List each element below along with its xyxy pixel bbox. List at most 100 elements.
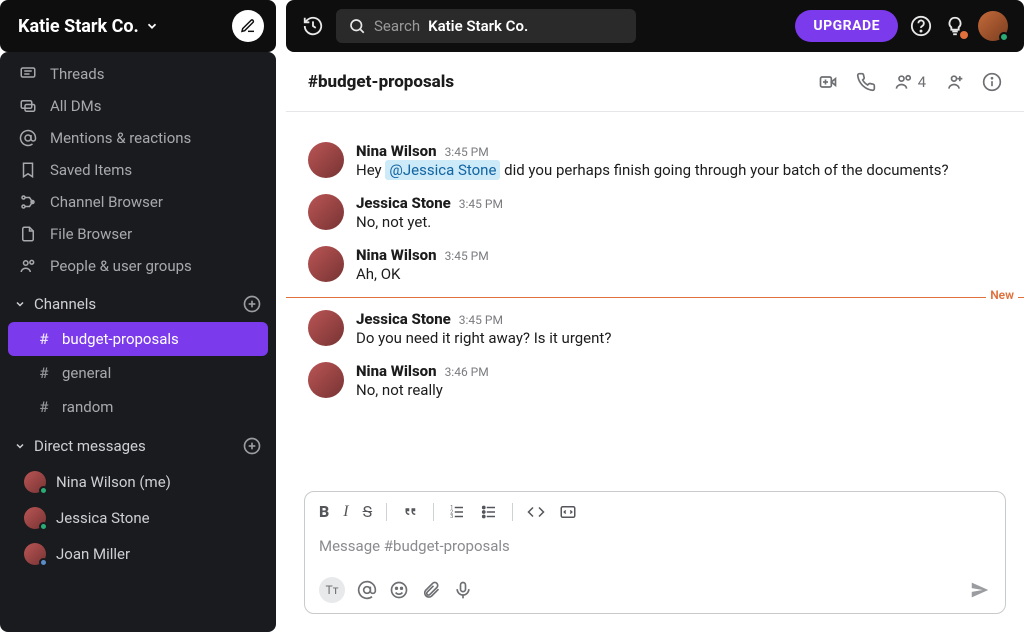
workspace-switcher[interactable]: Katie Stark Co.: [0, 0, 276, 52]
avatar[interactable]: [308, 194, 344, 230]
message-row[interactable]: Nina Wilson3:45 PMAh, OK: [308, 240, 1002, 292]
paperclip-icon: [421, 580, 441, 600]
dm-item[interactable]: Joan Miller: [0, 536, 276, 572]
compose-button[interactable]: [232, 10, 264, 42]
message-text: No, not really: [356, 380, 489, 402]
composer-actions: Tт: [305, 569, 1005, 613]
dm-item[interactable]: Jessica Stone: [0, 500, 276, 536]
ordered-list-button[interactable]: 123: [448, 503, 466, 521]
send-button[interactable]: [969, 579, 991, 601]
mention-button[interactable]: [357, 580, 377, 600]
notification-dot: [960, 31, 968, 39]
members-button[interactable]: 4: [894, 72, 926, 92]
hash-icon: #: [36, 364, 52, 382]
avatar[interactable]: [308, 310, 344, 346]
sidebar-item-all-dms[interactable]: All DMs: [0, 90, 276, 122]
user-avatar[interactable]: [978, 11, 1008, 41]
format-toggle-button[interactable]: Tт: [319, 577, 345, 603]
add-people-button[interactable]: [944, 72, 964, 92]
message-list[interactable]: Nina Wilson3:45 PMHey @Jessica Stone did…: [286, 112, 1024, 491]
message-author[interactable]: Jessica Stone: [356, 194, 451, 212]
message-row[interactable]: Nina Wilson 3:46 PMNo, not really: [308, 356, 1002, 408]
channel-item-random[interactable]: # random: [8, 390, 268, 424]
strike-button[interactable]: S: [363, 502, 373, 521]
presence-dot: [39, 522, 48, 531]
code-button[interactable]: [527, 503, 545, 521]
emoji-button[interactable]: [389, 580, 409, 600]
hash-icon: #: [36, 398, 52, 416]
sidebar-item-threads[interactable]: Threads: [0, 58, 276, 90]
channel-name: random: [62, 398, 113, 416]
history-button[interactable]: [302, 15, 324, 37]
sidebar-item-saved[interactable]: Saved Items: [0, 154, 276, 186]
avatar[interactable]: [308, 246, 344, 282]
message-author[interactable]: Jessica Stone: [356, 310, 451, 328]
message-time: 3:46 PM: [445, 365, 489, 379]
plus-circle-icon: [242, 294, 262, 314]
message-row[interactable]: Nina Wilson3:45 PMHey @Jessica Stone did…: [308, 136, 1002, 188]
help-icon: [910, 15, 932, 37]
message-text: Ah, OK: [356, 264, 489, 286]
at-icon: [357, 580, 377, 600]
help-button[interactable]: [910, 15, 932, 37]
sidebar-item-channel-browser[interactable]: Channel Browser: [0, 186, 276, 218]
presence-dot: [39, 486, 48, 495]
ordered-list-icon: 123: [448, 503, 466, 521]
message-composer[interactable]: B I S 123 Message #budget-proposals Tт: [304, 491, 1006, 614]
search-icon: [348, 17, 366, 35]
phone-icon: [856, 72, 876, 92]
dms-icon: [18, 97, 38, 115]
sidebar-section-dms[interactable]: Direct messages: [0, 424, 276, 464]
message-author[interactable]: Nina Wilson: [356, 142, 437, 160]
members-icon: [894, 72, 914, 92]
svg-text:3: 3: [450, 514, 453, 520]
member-count: 4: [918, 73, 926, 91]
chevron-down-icon: [14, 298, 26, 310]
channel-item-budget-proposals[interactable]: #budget-proposals: [8, 322, 268, 356]
quote-button[interactable]: [401, 503, 419, 521]
italic-button[interactable]: I: [343, 503, 348, 521]
avatar: [24, 507, 46, 529]
upgrade-button[interactable]: UPGRADE: [795, 10, 898, 42]
attach-button[interactable]: [421, 580, 441, 600]
add-video-button[interactable]: [818, 72, 838, 92]
composer-input[interactable]: Message #budget-proposals: [305, 531, 1005, 569]
sidebar-item-people[interactable]: People & user groups: [0, 250, 276, 282]
channel-title[interactable]: #budget-proposals: [308, 72, 454, 92]
new-messages-divider: New: [286, 297, 1024, 298]
channel-item-general[interactable]: #general: [8, 356, 268, 390]
sidebar-section-channels[interactable]: Channels: [0, 282, 276, 322]
sidebar-item-label: All DMs: [50, 97, 101, 115]
message-text: Do you need it right away? Is it urgent?: [356, 328, 611, 350]
dm-item[interactable]: Nina Wilson (me): [0, 464, 276, 500]
sidebar-item-label: Saved Items: [50, 161, 132, 179]
codeblock-button[interactable]: [559, 503, 577, 521]
info-icon: [982, 72, 1002, 92]
avatar: [24, 543, 46, 565]
audio-button[interactable]: [453, 580, 473, 600]
sidebar-item-mentions[interactable]: Mentions & reactions: [0, 122, 276, 154]
add-dm-button[interactable]: [242, 436, 262, 456]
avatar[interactable]: [308, 142, 344, 178]
sidebar-item-label: Channel Browser: [50, 193, 163, 211]
mention[interactable]: @Jessica Stone: [385, 160, 500, 180]
call-button[interactable]: [856, 72, 876, 92]
hash-icon: #: [36, 330, 52, 348]
avatar[interactable]: [308, 362, 344, 398]
message-row[interactable]: Jessica Stone3:45 PMDo you need it right…: [308, 304, 1002, 356]
people-icon: [18, 257, 38, 275]
activity-button[interactable]: [944, 15, 966, 37]
bold-button[interactable]: B: [319, 502, 329, 521]
bullet-list-button[interactable]: [480, 503, 498, 521]
message-row[interactable]: Jessica Stone3:45 PMNo, not yet.: [308, 188, 1002, 240]
search-input[interactable]: Search Katie Stark Co.: [336, 9, 636, 43]
channel-info-button[interactable]: [982, 72, 1002, 92]
add-channel-button[interactable]: [242, 294, 262, 314]
video-plus-icon: [818, 72, 838, 92]
chevron-down-icon: [14, 440, 26, 452]
message-author[interactable]: Nina Wilson: [356, 362, 437, 380]
message-author[interactable]: Nina Wilson: [356, 246, 437, 264]
text-format-icon: Tт: [326, 583, 339, 597]
search-workspace: Katie Stark Co.: [428, 17, 528, 35]
sidebar-item-file-browser[interactable]: File Browser: [0, 218, 276, 250]
